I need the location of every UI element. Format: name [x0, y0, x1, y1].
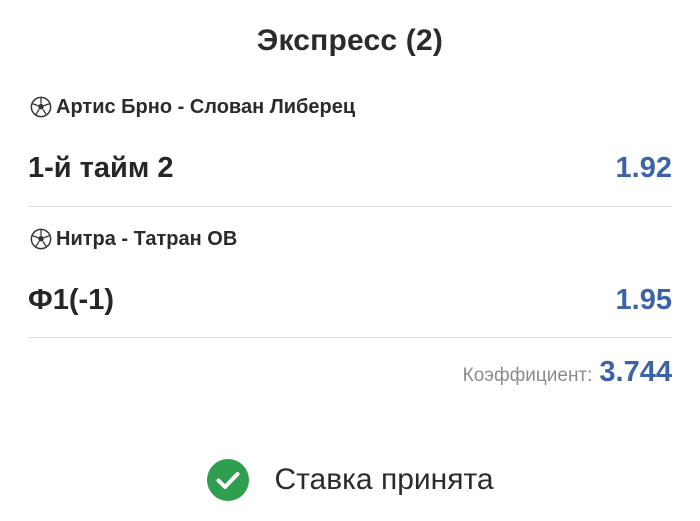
event-1: Артис Брно - Слован Либерец 1-й тайм 2 1… [28, 92, 672, 208]
page-title: Экспресс (2) [256, 24, 444, 57]
bet-odd: 1.95 [615, 284, 672, 316]
match-name: Артис Брно - Слован Либерец [56, 95, 356, 118]
bet-status: Ставка принята [0, 458, 700, 502]
divider [28, 337, 672, 338]
bet-name: Ф1(-1) [28, 284, 114, 316]
event-2: Нитра - Татран ОВ Ф1(-1) 1.95 [28, 224, 672, 340]
total-coefficient: Коэффициент: 3.744 [463, 356, 672, 389]
coefficient-label: Коэффициент: [462, 365, 593, 386]
coefficient-value: 3.744 [599, 356, 672, 388]
bet-name: 1-й тайм 2 [28, 152, 174, 184]
check-circle-icon [207, 459, 250, 501]
soccer-ball-icon [30, 228, 52, 250]
soccer-ball-icon [30, 96, 52, 118]
match-name: Нитра - Татран ОВ [56, 227, 238, 250]
event-header: Артис Брно - Слован Либерец [30, 92, 355, 122]
event-header: Нитра - Татран ОВ [30, 224, 237, 254]
divider [28, 206, 672, 207]
status-text: Ставка принята [274, 463, 494, 496]
bet-odd: 1.92 [615, 152, 672, 184]
